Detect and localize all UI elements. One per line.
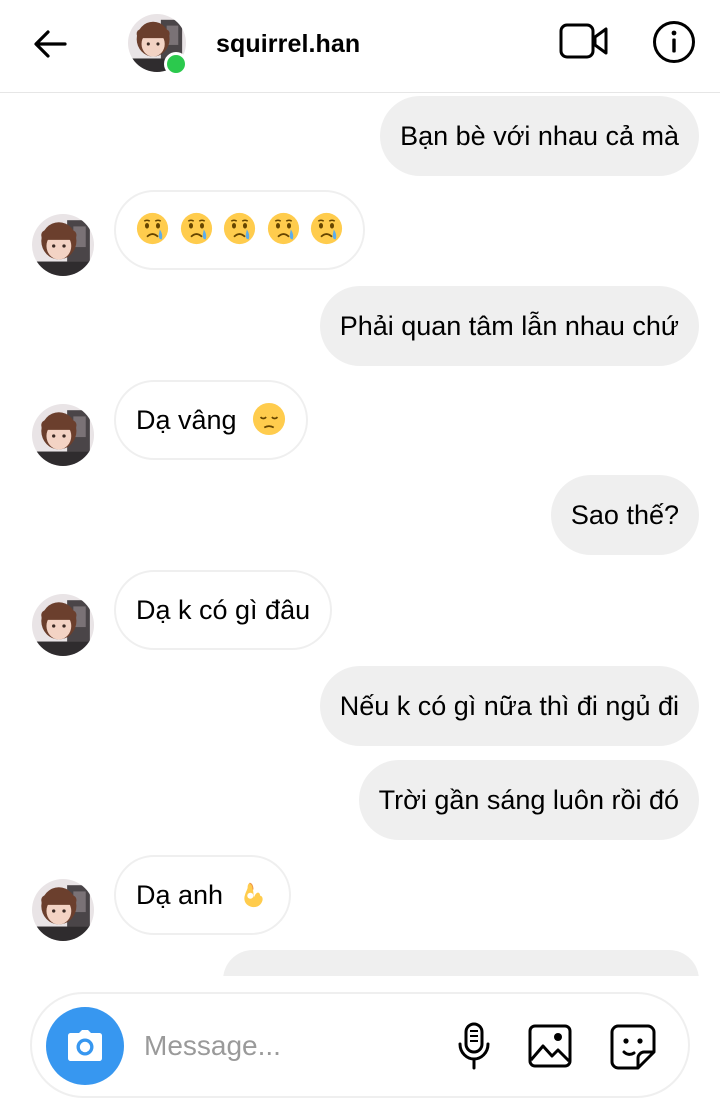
message-bubble-sent[interactable]: Nếu k có gì nữa thì đi ngủ đi: [319, 666, 699, 746]
camera-icon: [68, 1030, 102, 1061]
message-bubble-received[interactable]: Dạ k có gì đâu: [114, 570, 333, 650]
arrow-left-icon: [34, 30, 67, 58]
sender-avatar[interactable]: [32, 594, 94, 656]
message-bubble-received[interactable]: Dạ anh: [114, 855, 291, 935]
contact-avatar[interactable]: [128, 14, 188, 76]
crying-face-icon: [267, 212, 300, 245]
message-text: Nếu k có gì nữa thì đi ngủ đi: [339, 691, 679, 721]
ok-hand-icon: [237, 878, 269, 910]
message-thread[interactable]: Bạn bè với nhau cả mà Phải quan tâm lẫn …: [0, 94, 720, 976]
sender-avatar[interactable]: [32, 404, 94, 466]
message-bubble-received[interactable]: [114, 190, 366, 270]
back-button[interactable]: [28, 22, 72, 66]
sticker-icon: [610, 1024, 656, 1070]
message-text: Sao thế?: [570, 500, 679, 530]
message-bubble-sent-partial[interactable]: [223, 950, 699, 976]
message-composer: [30, 992, 690, 1098]
sender-avatar[interactable]: [32, 214, 94, 276]
voice-message-button[interactable]: [450, 1020, 498, 1072]
microphone-icon: [458, 1022, 490, 1070]
pensive-face-icon: [252, 402, 286, 436]
message-bubble-sent[interactable]: Phải quan tâm lẫn nhau chứ: [319, 286, 699, 366]
message-bubble-sent[interactable]: Sao thế?: [550, 475, 699, 555]
video-call-button[interactable]: [556, 18, 612, 64]
info-button[interactable]: [650, 18, 698, 66]
crying-face-icon: [223, 212, 256, 245]
chat-header: squirrel.han: [0, 0, 720, 93]
message-text: Bạn bè với nhau cả mà: [400, 121, 679, 151]
message-input[interactable]: [144, 1026, 424, 1066]
contact-username[interactable]: squirrel.han: [216, 30, 360, 59]
message-bubble-sent[interactable]: Bạn bè với nhau cả mà: [380, 96, 699, 176]
message-bubble-received[interactable]: Dạ vâng: [114, 380, 309, 460]
sender-avatar[interactable]: [32, 879, 94, 941]
message-text: Dạ anh: [136, 880, 224, 910]
image-icon: [528, 1024, 572, 1068]
gallery-button[interactable]: [526, 1022, 574, 1070]
sticker-button[interactable]: [608, 1022, 658, 1072]
message-bubble-sent[interactable]: Trời gần sáng luôn rồi đó: [358, 760, 699, 840]
message-text: Trời gần sáng luôn rồi đó: [378, 785, 679, 815]
message-text: Dạ k có gì đâu: [136, 595, 311, 625]
message-text: Phải quan tâm lẫn nhau chứ: [339, 311, 679, 341]
camera-button[interactable]: [46, 1007, 124, 1085]
online-status-dot: [164, 52, 188, 76]
info-icon: [653, 21, 695, 63]
crying-face-icon: [136, 212, 169, 245]
message-text: Dạ vâng: [136, 405, 237, 435]
crying-face-icon: [180, 212, 213, 245]
video-camera-icon: [559, 23, 608, 59]
crying-face-icon: [310, 212, 343, 245]
